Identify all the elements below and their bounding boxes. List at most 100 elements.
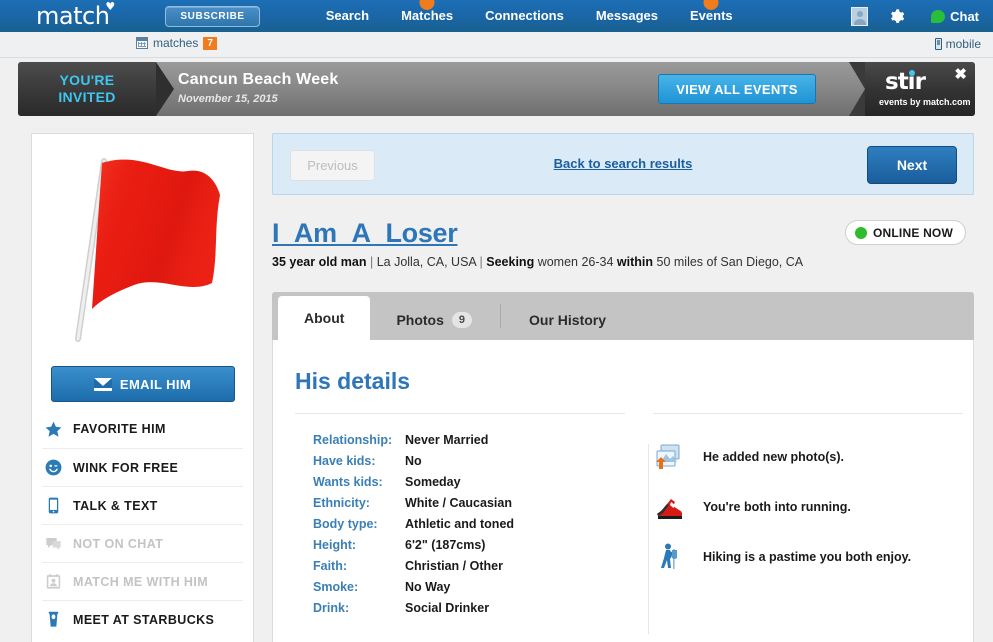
profile-sidebar: EMAIL HIM FAVORITE HIM WINK FOR FREE TAL… — [31, 133, 254, 642]
envelope-icon — [93, 377, 112, 391]
event-date: November 15, 2015 — [178, 93, 278, 105]
user-avatar-icon[interactable] — [851, 6, 869, 26]
table-row: Relationship: Never Married — [295, 430, 625, 451]
talk-and-text-action[interactable]: TALK & TEXT — [42, 486, 243, 524]
tab-about-label: About — [304, 310, 345, 326]
event-title: Cancun Beach Week — [178, 71, 339, 88]
detail-key: Height: — [313, 538, 357, 552]
nav-link-connections[interactable]: Connections — [469, 0, 580, 32]
banner-arrow-icon — [156, 62, 174, 116]
result-navigation-box: Previous Back to search results Next — [272, 133, 974, 195]
profile-header: I_Am_A_Loser 35 year old man | La Jolla,… — [272, 218, 974, 274]
detail-value: Athletic and toned — [405, 517, 515, 531]
column-divider — [648, 444, 649, 634]
detail-value: 6'2" (187cms) — [405, 538, 486, 552]
mobile-phone-icon — [934, 38, 942, 50]
not-on-chat-label: NOT ON CHAT — [73, 536, 164, 551]
profile-photo[interactable] — [32, 134, 253, 356]
detail-key: Drink: — [313, 601, 350, 615]
tab-photos-label: Photos — [396, 312, 444, 328]
about-panel: His details Relationship: Never Married H… — [272, 340, 974, 642]
match-card-icon — [46, 574, 61, 589]
detail-key: Faith: — [313, 559, 348, 573]
profile-tabs: About Photos 9 Our History — [272, 292, 974, 340]
nav-link-matches[interactable]: Matches — [385, 0, 469, 32]
wink-for-free-action[interactable]: WINK FOR FREE — [42, 448, 243, 486]
divider — [653, 413, 963, 414]
matches-shortcut-link[interactable]: matches 7 — [136, 36, 217, 50]
red-flag-photo — [47, 142, 238, 348]
table-row: Height: 6'2" (187cms) — [295, 535, 625, 556]
close-icon[interactable]: ✖ — [954, 67, 967, 82]
within-label: within — [616, 255, 654, 269]
activity-text: Hiking is a pastime you both enjoy. — [703, 550, 912, 564]
not-on-chat-action: NOT ON CHAT — [42, 524, 243, 562]
tab-photos[interactable]: Photos 9 — [370, 300, 498, 340]
stir-notch-shape — [849, 62, 865, 116]
meet-at-starbucks-label: MEET AT STARBUCKS — [73, 612, 215, 627]
details-table: Relationship: Never Married Have kids: No … — [295, 430, 625, 619]
email-him-button[interactable]: EMAIL HIM — [50, 366, 235, 402]
list-item: He added new photo(s). — [653, 432, 963, 482]
status-badge: ONLINE NOW — [845, 220, 966, 245]
profile-username[interactable]: I_Am_A_Loser — [272, 218, 458, 249]
match-logo[interactable]: match ♥ — [36, 1, 115, 30]
profile-meta-line: 35 year old man | La Jolla, CA, USA | Se… — [272, 255, 804, 269]
hiker-icon — [661, 543, 677, 569]
tab-our-history[interactable]: Our History — [503, 300, 632, 340]
topbar-right-group: Chat — [851, 0, 985, 32]
mobile-link[interactable]: mobile — [934, 37, 981, 51]
detail-key: Relationship: — [313, 433, 393, 447]
tab-photos-count: 9 — [451, 312, 473, 328]
table-row: Faith: Christian / Other — [295, 556, 625, 577]
wink-for-free-label: WINK FOR FREE — [73, 460, 179, 475]
match-me-with-him-action: MATCH ME WITH HIM — [42, 562, 243, 600]
favorite-him-action[interactable]: FAVORITE HIM — [42, 410, 243, 448]
nav-link-messages[interactable]: Messages — [580, 0, 674, 32]
tab-about[interactable]: About — [278, 296, 371, 340]
detail-value: Never Married — [405, 433, 489, 447]
seeking-label: Seeking — [486, 255, 535, 269]
mobile-label: mobile — [945, 37, 981, 51]
online-status-label: ONLINE NOW — [873, 225, 953, 240]
nav-link-events[interactable]: Events — [674, 0, 749, 32]
favorite-him-label: FAVORITE HIM — [73, 422, 166, 436]
meet-at-starbucks-action[interactable]: MEET AT STARBUCKS — [42, 600, 243, 638]
activity-text: You're both into running. — [703, 500, 851, 514]
invited-line-1: YOU'RE — [59, 72, 115, 88]
table-row: Have kids: No — [295, 451, 625, 472]
next-button[interactable]: Next — [867, 146, 957, 184]
table-row: Ethnicity: White / Caucasian — [295, 493, 625, 514]
gear-icon[interactable] — [888, 8, 905, 25]
chat-button[interactable]: Chat — [931, 9, 979, 24]
secondary-bar: matches 7 mobile — [0, 32, 993, 58]
calendar-icon — [136, 37, 148, 49]
nav-label: Connections — [485, 8, 564, 23]
nav-link-search[interactable]: Search — [310, 0, 385, 32]
match-logo-text: match — [36, 2, 110, 30]
panel-columns: Relationship: Never Married Have kids: No … — [273, 413, 973, 619]
detail-value: Christian / Other — [405, 559, 503, 573]
profile-age: 35 year old man — [272, 255, 367, 269]
stir-brand-block[interactable]: stir events by match.com ✖ — [865, 62, 975, 116]
table-row: Smoke: No Way — [295, 577, 625, 598]
detail-value: Someday — [405, 475, 461, 489]
talk-and-text-label: TALK & TEXT — [73, 498, 158, 513]
list-item: Hiking is a pastime you both enjoy. — [653, 532, 963, 582]
detail-key: Have kids: — [313, 454, 376, 468]
subscribe-button[interactable]: SUBSCRIBE — [165, 5, 260, 27]
invited-line-2: INVITED — [58, 89, 116, 105]
main-nav: Search Matches Connections Messages Even… — [310, 0, 749, 32]
table-row: Drink: Social Drinker — [295, 598, 625, 619]
details-column: Relationship: Never Married Have kids: No … — [295, 413, 625, 619]
chat-bubbles-icon — [46, 537, 61, 550]
detail-value: No Way — [405, 580, 451, 594]
activity-list: He added new photo(s). You're both into … — [653, 432, 963, 582]
stir-tagline: events by match.com — [879, 97, 971, 107]
detail-key: Wants kids: — [313, 475, 383, 489]
view-all-events-button[interactable]: VIEW ALL EVENTS — [658, 74, 816, 104]
list-item: You're both into running. — [653, 482, 963, 532]
page-root: match ♥ SUBSCRIBE Search Matches Connect… — [0, 0, 993, 642]
top-navigation-bar: match ♥ SUBSCRIBE Search Matches Connect… — [0, 0, 993, 32]
heart-icon: ♥ — [105, 0, 115, 13]
